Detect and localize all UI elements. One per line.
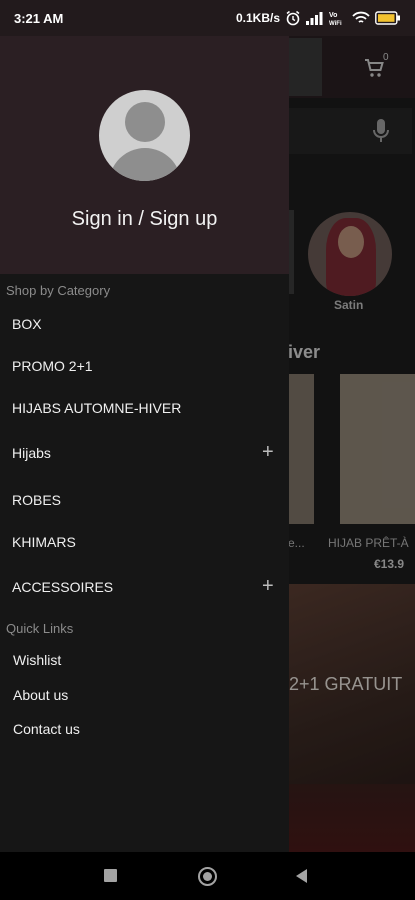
quick-link-wishlist[interactable]: Wishlist xyxy=(0,643,289,677)
vowifi-icon: Vo WiFi xyxy=(329,12,342,26)
menu-item-label: HIJABS AUTOMNE-HIVER xyxy=(12,400,182,416)
shop-by-category-label: Shop by Category xyxy=(6,283,111,298)
wifi-icon xyxy=(352,11,370,23)
battery-icon xyxy=(375,11,400,25)
quick-link-label: About us xyxy=(13,687,69,703)
menu-item-robes[interactable]: ROBES xyxy=(0,481,289,521)
menu-item-label: BOX xyxy=(12,316,42,332)
navigation-drawer: Sign in / Sign up Shop by Category BOX P… xyxy=(0,0,289,852)
quick-links-label: Quick Links xyxy=(6,621,74,636)
svg-text:Vo: Vo xyxy=(329,12,337,19)
svg-text:WiFi: WiFi xyxy=(329,21,342,26)
menu-item-hijabs-automne-hiver[interactable]: HIJABS AUTOMNE-HIVER xyxy=(0,389,289,429)
menu-item-label: ACCESSOIRES xyxy=(12,579,114,595)
expand-plus-icon[interactable]: + xyxy=(262,440,274,464)
expand-plus-icon[interactable]: + xyxy=(262,574,274,598)
menu-item-hijabs[interactable]: Hijabs + xyxy=(0,434,289,474)
menu-item-label: PROMO 2+1 xyxy=(12,358,93,374)
menu-item-label: KHIMARS xyxy=(12,534,76,550)
status-time: 3:21 AM xyxy=(14,11,64,26)
menu-item-khimars[interactable]: KHIMARS xyxy=(0,523,289,563)
status-icons: Vo WiFi xyxy=(285,9,401,27)
system-nav-bar xyxy=(0,852,415,900)
user-icon xyxy=(125,102,165,142)
quick-link-label: Wishlist xyxy=(13,652,62,668)
network-speed: 0.1KB/s xyxy=(236,11,281,25)
quick-link-about[interactable]: About us xyxy=(0,678,289,712)
signin-signup-link[interactable]: Sign in / Sign up xyxy=(0,208,289,231)
avatar[interactable] xyxy=(99,90,190,181)
menu-item-promo[interactable]: PROMO 2+1 xyxy=(0,347,289,387)
drawer-header: Sign in / Sign up xyxy=(0,0,289,274)
recents-icon[interactable] xyxy=(104,869,117,882)
back-icon[interactable] xyxy=(296,869,307,883)
menu-item-box[interactable]: BOX xyxy=(0,305,289,345)
signal-icon xyxy=(306,12,323,25)
menu-item-label: ROBES xyxy=(12,492,62,508)
menu-item-label: Hijabs xyxy=(12,445,51,461)
home-icon[interactable] xyxy=(198,867,217,886)
quick-link-contact[interactable]: Contact us xyxy=(0,712,289,746)
quick-link-label: Contact us xyxy=(13,721,80,737)
menu-item-accessoires[interactable]: ACCESSOIRES + xyxy=(0,568,289,608)
alarm-icon xyxy=(286,10,300,26)
status-bar: 3:21 AM 0.1KB/s Vo WiFi xyxy=(0,0,415,36)
